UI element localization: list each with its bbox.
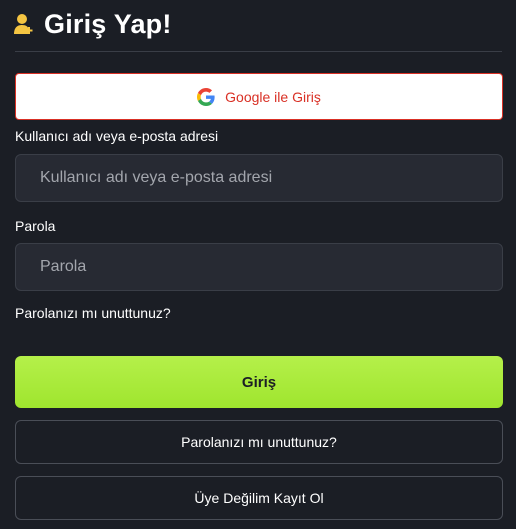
login-button[interactable]: Giriş <box>15 356 503 408</box>
google-icon <box>197 87 215 106</box>
username-input[interactable] <box>15 154 503 202</box>
google-login-label: Google ile Giriş <box>225 88 321 105</box>
google-login-button[interactable]: Google ile Giriş <box>15 73 503 120</box>
forgot-password-button[interactable]: Parolanızı mı unuttunuz? <box>15 420 503 464</box>
forgot-password-link[interactable]: Parolanızı mı unuttunuz? <box>15 305 171 321</box>
page-title: Giriş Yap! <box>44 8 172 39</box>
password-label: Parola <box>15 218 56 234</box>
user-plus-icon <box>14 14 33 34</box>
register-button[interactable]: Üye Değilim Kayıt Ol <box>15 476 503 520</box>
password-input[interactable] <box>15 243 503 291</box>
username-label: Kullanıcı adı veya e-posta adresi <box>15 128 219 144</box>
page-header: Giriş Yap! <box>14 6 172 42</box>
header-divider <box>15 51 502 52</box>
